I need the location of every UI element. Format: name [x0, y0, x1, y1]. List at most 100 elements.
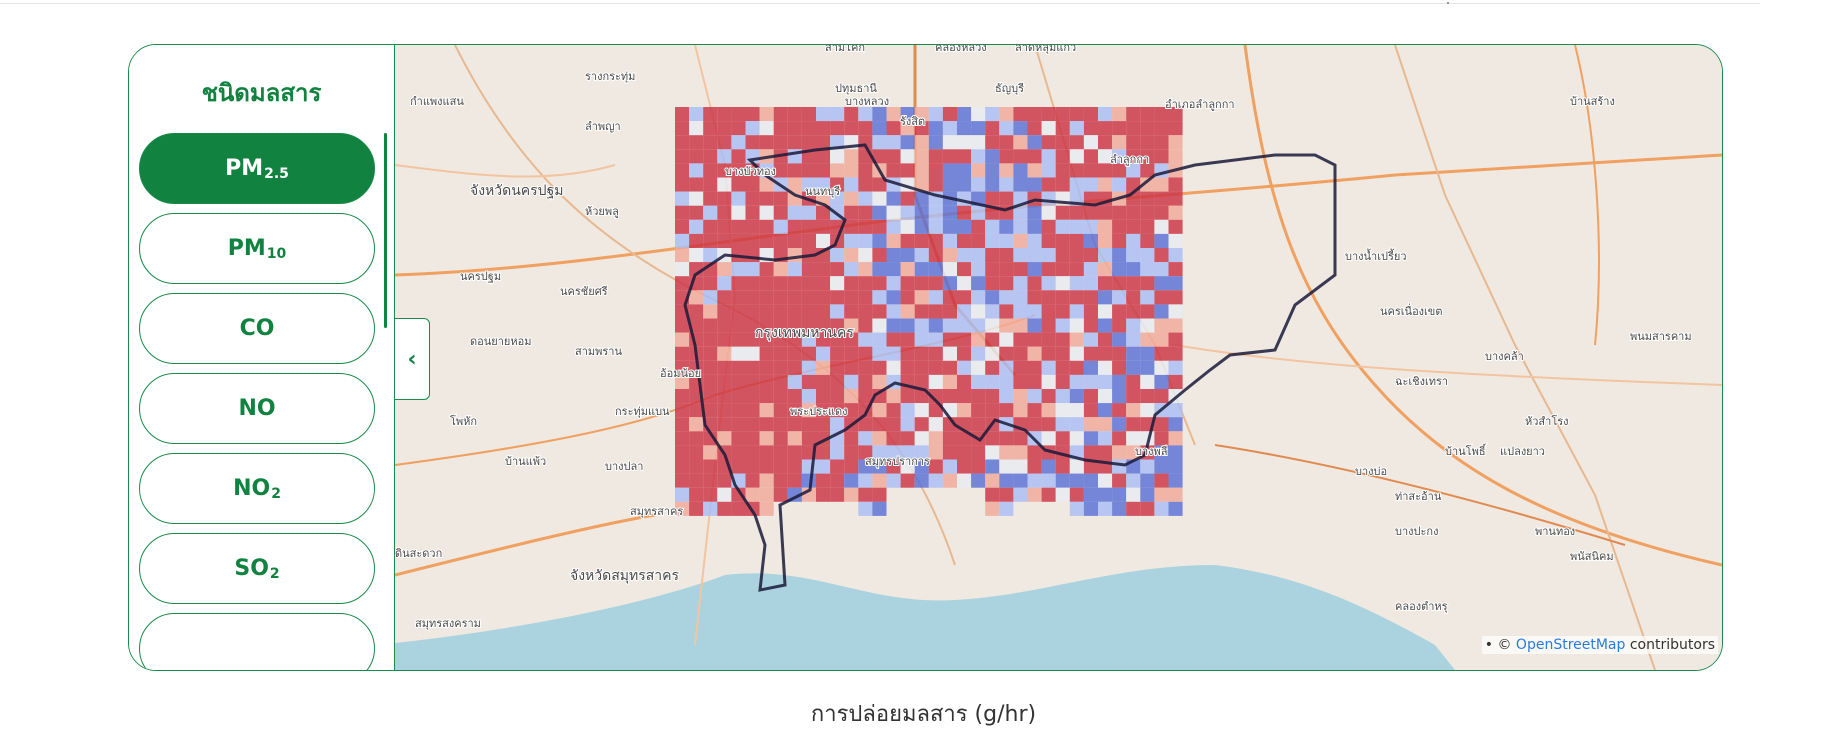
emission-cell[interactable]: [1027, 276, 1042, 291]
emission-cell[interactable]: [1055, 473, 1070, 488]
emission-cell[interactable]: [745, 445, 760, 460]
emission-cell[interactable]: [816, 459, 831, 474]
emission-cell[interactable]: [942, 389, 957, 404]
emission-cell[interactable]: [745, 459, 760, 474]
emission-cell[interactable]: [1168, 248, 1183, 263]
emission-cell[interactable]: [745, 205, 760, 220]
emission-cell[interactable]: [971, 346, 986, 361]
emission-cell[interactable]: [999, 191, 1014, 206]
emission-cell[interactable]: [886, 360, 901, 375]
emission-cell[interactable]: [1013, 403, 1028, 418]
emission-cell[interactable]: [872, 487, 887, 502]
emission-cell[interactable]: [675, 219, 690, 234]
emission-cell[interactable]: [886, 107, 901, 122]
emission-cell[interactable]: [914, 262, 929, 277]
emission-cell[interactable]: [731, 374, 746, 389]
emission-cell[interactable]: [1140, 121, 1155, 136]
emission-cell[interactable]: [717, 191, 732, 206]
emission-cell[interactable]: [985, 459, 1000, 474]
emission-cell[interactable]: [1126, 360, 1141, 375]
emission-cell[interactable]: [957, 135, 972, 150]
emission-cell[interactable]: [1140, 389, 1155, 404]
emission-cell[interactable]: [1069, 318, 1084, 333]
emission-cell[interactable]: [1112, 403, 1127, 418]
emission-cell[interactable]: [745, 304, 760, 319]
emission-cell[interactable]: [1168, 445, 1183, 460]
emission-cell[interactable]: [1041, 473, 1056, 488]
emission-cell[interactable]: [928, 473, 943, 488]
emission-cell[interactable]: [801, 219, 816, 234]
emission-cell[interactable]: [675, 191, 690, 206]
emission-cell[interactable]: [703, 318, 718, 333]
emission-cell[interactable]: [773, 219, 788, 234]
emission-cell[interactable]: [731, 191, 746, 206]
emission-cell[interactable]: [1154, 459, 1169, 474]
emission-cell[interactable]: [1168, 473, 1183, 488]
emission-cell[interactable]: [957, 360, 972, 375]
emission-cell[interactable]: [1041, 205, 1056, 220]
emission-cell[interactable]: [717, 318, 732, 333]
emission-cell[interactable]: [1027, 248, 1042, 263]
emission-cell[interactable]: [731, 445, 746, 460]
emission-cell[interactable]: [830, 445, 845, 460]
emission-cell[interactable]: [928, 360, 943, 375]
emission-cell[interactable]: [703, 276, 718, 291]
emission-cell[interactable]: [1154, 121, 1169, 136]
emission-cell[interactable]: [1168, 487, 1183, 502]
emission-cell[interactable]: [957, 389, 972, 404]
emission-cell[interactable]: [1154, 135, 1169, 150]
emission-cell[interactable]: [689, 417, 704, 432]
emission-cell[interactable]: [1069, 304, 1084, 319]
emission-cell[interactable]: [830, 417, 845, 432]
emission-cell[interactable]: [1140, 205, 1155, 220]
emission-cell[interactable]: [971, 445, 986, 460]
emission-cell[interactable]: [787, 135, 802, 150]
emission-cell[interactable]: [985, 276, 1000, 291]
emission-cell[interactable]: [971, 374, 986, 389]
emission-cell[interactable]: [759, 417, 774, 432]
emission-cell[interactable]: [675, 487, 690, 502]
emission-cell[interactable]: [1083, 149, 1098, 164]
emission-cell[interactable]: [1069, 459, 1084, 474]
emission-cell[interactable]: [830, 374, 845, 389]
emission-cell[interactable]: [759, 389, 774, 404]
emission-cell[interactable]: [858, 107, 873, 122]
emission-cell[interactable]: [985, 473, 1000, 488]
emission-cell[interactable]: [1083, 233, 1098, 248]
emission-cell[interactable]: [801, 135, 816, 150]
emission-cell[interactable]: [787, 177, 802, 192]
emission-cell[interactable]: [942, 163, 957, 178]
emission-cell[interactable]: [1168, 431, 1183, 446]
emission-cell[interactable]: [1154, 219, 1169, 234]
emission-cell[interactable]: [689, 205, 704, 220]
emission-cell[interactable]: [844, 107, 859, 122]
emission-cell[interactable]: [830, 304, 845, 319]
emission-cell[interactable]: [801, 121, 816, 136]
emission-cell[interactable]: [675, 233, 690, 248]
emission-cell[interactable]: [816, 473, 831, 488]
emission-cell[interactable]: [844, 248, 859, 263]
emission-cell[interactable]: [1013, 374, 1028, 389]
emission-cell[interactable]: [1055, 318, 1070, 333]
emission-cell[interactable]: [1098, 135, 1113, 150]
emission-cell[interactable]: [985, 149, 1000, 164]
emission-cell[interactable]: [1027, 318, 1042, 333]
emission-cell[interactable]: [689, 445, 704, 460]
emission-cell[interactable]: [1069, 248, 1084, 263]
emission-cell[interactable]: [844, 233, 859, 248]
emission-cell[interactable]: [717, 332, 732, 347]
emission-cell[interactable]: [1069, 290, 1084, 305]
emission-cell[interactable]: [773, 276, 788, 291]
emission-cell[interactable]: [914, 417, 929, 432]
emission-cell[interactable]: [914, 233, 929, 248]
emission-cell[interactable]: [942, 360, 957, 375]
emission-cell[interactable]: [1041, 332, 1056, 347]
emission-cell[interactable]: [1041, 304, 1056, 319]
emission-cell[interactable]: [957, 205, 972, 220]
emission-cell[interactable]: [985, 191, 1000, 206]
emission-cell[interactable]: [773, 459, 788, 474]
emission-cell[interactable]: [717, 473, 732, 488]
emission-cell[interactable]: [675, 248, 690, 263]
emission-cell[interactable]: [928, 276, 943, 291]
emission-cell[interactable]: [858, 374, 873, 389]
